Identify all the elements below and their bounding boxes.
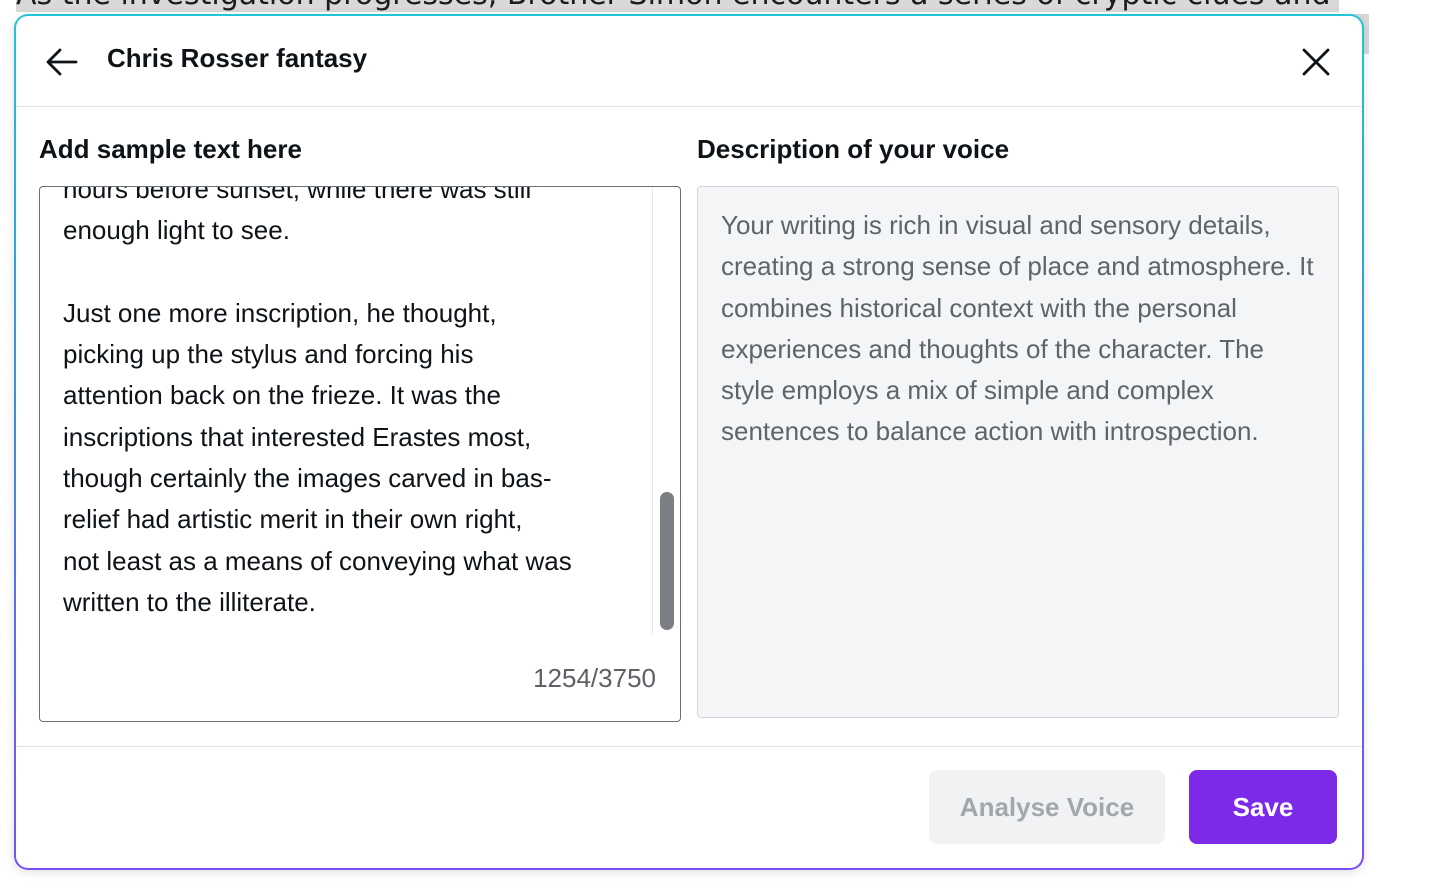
footer-divider	[16, 746, 1362, 747]
voice-description-label: Description of your voice	[697, 134, 1010, 164]
modal-header: Chris Rosser fantasy	[16, 16, 1362, 107]
character-count: 1254/3750	[533, 663, 656, 693]
close-icon	[1302, 48, 1330, 76]
analyse-voice-button[interactable]: Analyse Voice	[929, 770, 1165, 844]
sample-text-content[interactable]: hours before sunset, while there was sti…	[63, 187, 633, 623]
modal-title: Chris Rosser fantasy	[107, 43, 368, 73]
voice-description-area[interactable]: Your writing is rich in visual and senso…	[697, 186, 1339, 718]
sample-scrollbar-thumb[interactable]	[660, 492, 674, 630]
sample-text-area[interactable]: hours before sunset, while there was sti…	[39, 186, 681, 722]
voice-description-text: Your writing is rich in visual and senso…	[721, 210, 1314, 447]
back-button[interactable]	[42, 42, 82, 82]
close-button[interactable]	[1296, 42, 1336, 82]
arrow-left-icon	[46, 48, 78, 76]
background-document-text: As the investigation progresses, Brother…	[16, 0, 1339, 12]
sample-text-label: Add sample text here	[39, 134, 302, 164]
sample-text-viewport: hours before sunset, while there was sti…	[40, 187, 652, 635]
save-button[interactable]: Save	[1189, 770, 1337, 844]
voice-modal: Chris Rosser fantasy Add sample text her…	[14, 14, 1364, 870]
sample-scrollbar[interactable]	[652, 187, 677, 635]
